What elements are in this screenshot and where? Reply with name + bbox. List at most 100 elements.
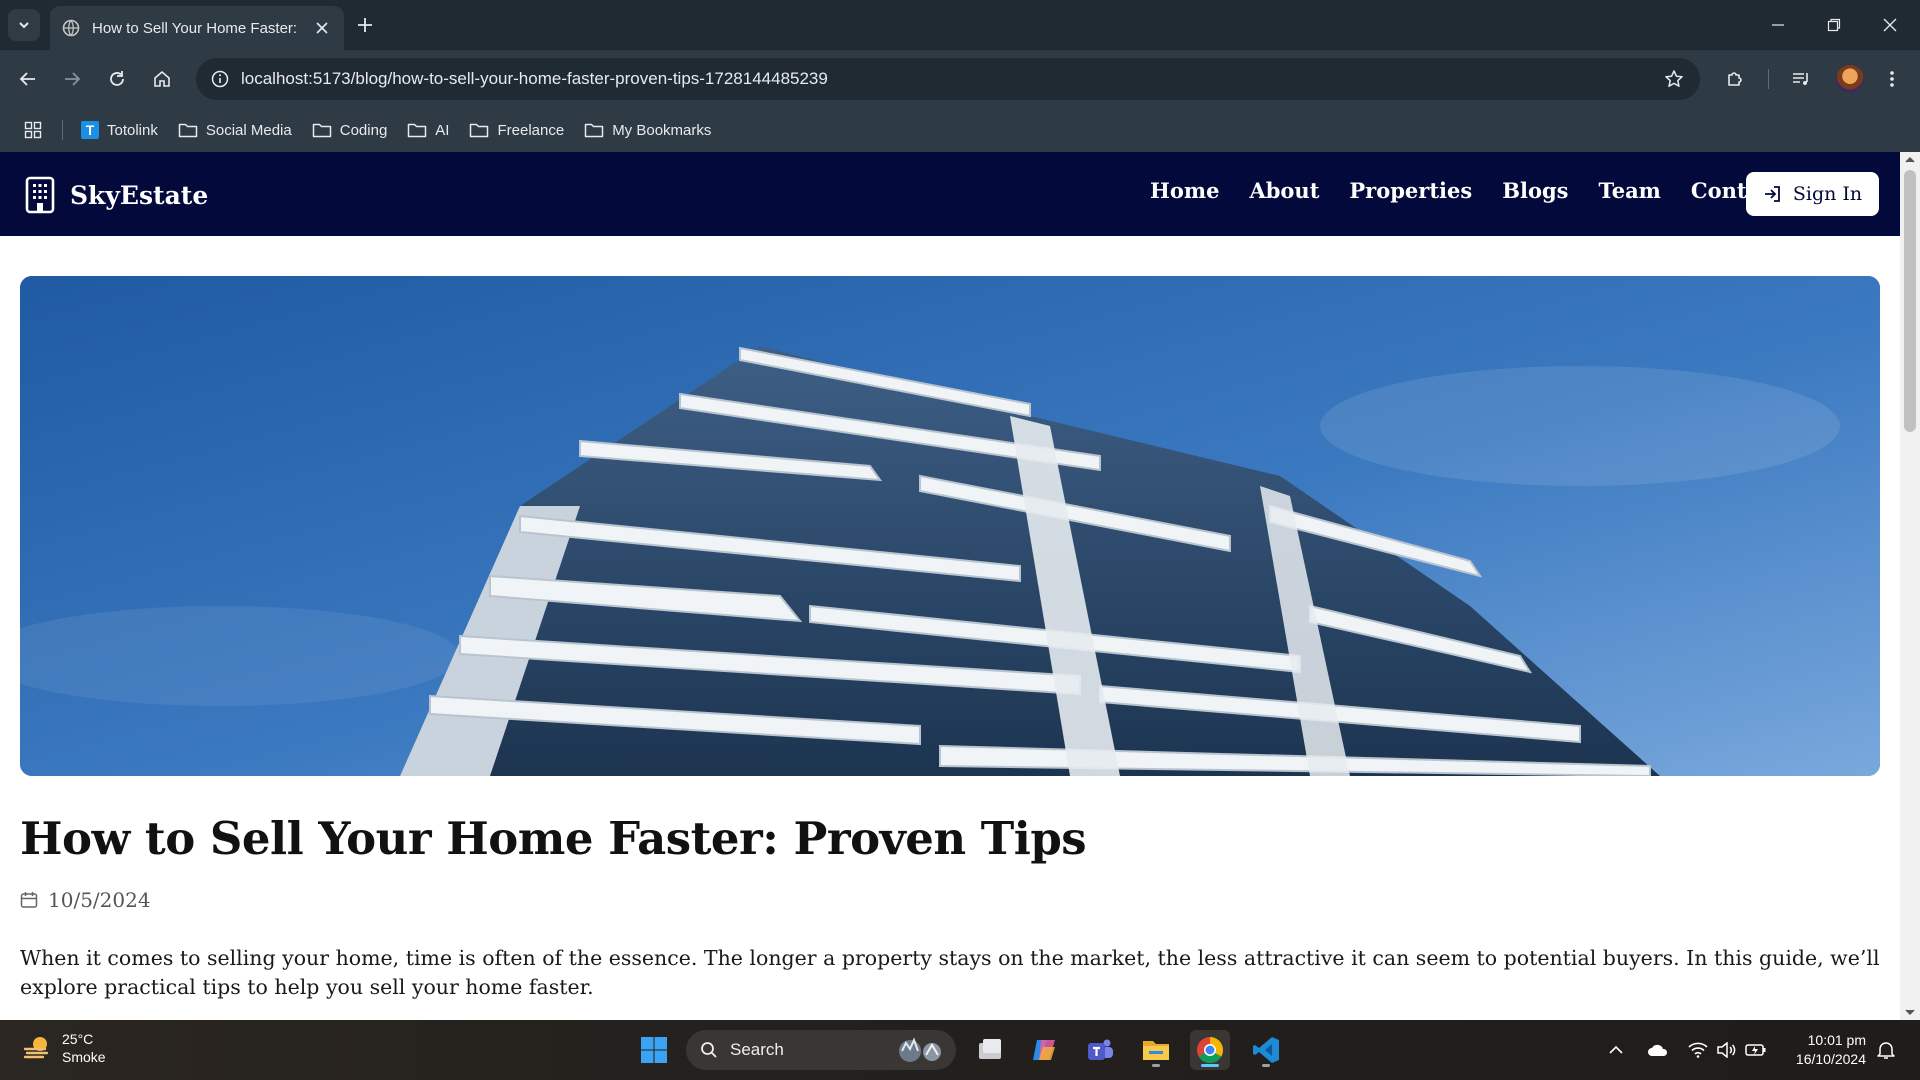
- back-button[interactable]: [12, 63, 44, 95]
- clock-date: 16/10/2024: [1795, 1051, 1866, 1067]
- bookmark-star-icon[interactable]: [1662, 67, 1686, 91]
- reload-button[interactable]: [101, 63, 133, 95]
- puzzle-icon: [1728, 72, 1742, 86]
- playlist-icon: [1793, 73, 1808, 85]
- bookmark-totolink[interactable]: T Totolink: [71, 115, 168, 145]
- copilot-button[interactable]: [1024, 1030, 1064, 1070]
- running-indicator: [1152, 1064, 1160, 1067]
- post-date: 10/5/2024: [20, 888, 151, 912]
- brand-logo[interactable]: SkyEstate: [24, 176, 208, 214]
- task-view-icon: [979, 1039, 1001, 1059]
- bookmark-ai[interactable]: AI: [397, 115, 459, 145]
- brand-name: SkyEstate: [70, 180, 209, 210]
- close-icon: [1883, 18, 1897, 32]
- chrome-icon: [1197, 1037, 1224, 1064]
- site-info-icon[interactable]: [204, 63, 236, 95]
- page-scrollbar[interactable]: [1900, 152, 1920, 1020]
- taskbar-clock[interactable]: 10:01 pm 16/10/2024: [1770, 1031, 1866, 1069]
- nav-link-home[interactable]: Home: [1150, 178, 1219, 203]
- task-view-button[interactable]: [970, 1030, 1010, 1070]
- bookmarks-divider: [62, 120, 63, 140]
- bookmark-label: Coding: [339, 121, 388, 139]
- tab-search-button[interactable]: [8, 9, 40, 41]
- plus-icon: [358, 18, 372, 32]
- folder-explorer-icon: [1143, 1041, 1169, 1060]
- login-icon: [1764, 186, 1780, 202]
- building-icon: [24, 176, 56, 214]
- battery-tray[interactable]: [1744, 1038, 1768, 1062]
- scrollbar-thumb[interactable]: [1904, 170, 1916, 432]
- bookmark-label: AI: [435, 121, 450, 139]
- windows-taskbar: 25°C Smoke Search 10:01 pm 16/10/2024: [0, 1020, 1920, 1080]
- show-hidden-icons-button[interactable]: [1604, 1038, 1628, 1062]
- new-tab-button[interactable]: [352, 12, 378, 38]
- nav-link-blogs[interactable]: Blogs: [1502, 178, 1568, 203]
- post-intro-paragraph: When it comes to selling your home, time…: [20, 946, 1880, 999]
- teams-button[interactable]: [1080, 1030, 1120, 1070]
- bookmark-coding[interactable]: Coding: [302, 115, 398, 145]
- chrome-button[interactable]: [1190, 1030, 1230, 1070]
- active-window-indicator: [1201, 1064, 1219, 1067]
- media-control-button[interactable]: [1785, 63, 1817, 95]
- clock-time: 10:01 pm: [1807, 1032, 1866, 1048]
- search-highlight-icon: [899, 1037, 941, 1062]
- battery-charging-icon: [1745, 1044, 1766, 1056]
- hero-image: [20, 276, 1880, 776]
- url-text: localhost:5173/blog/how-to-sell-your-hom…: [241, 69, 828, 88]
- bookmark-social-media[interactable]: Social Media: [168, 115, 302, 145]
- globe-icon: [62, 19, 80, 37]
- browser-menu-button[interactable]: [1876, 63, 1908, 95]
- network-tray[interactable]: [1686, 1038, 1710, 1062]
- vscode-button[interactable]: [1246, 1030, 1286, 1070]
- onedrive-tray[interactable]: [1646, 1038, 1670, 1062]
- scroll-up-arrow-icon[interactable]: [1904, 154, 1916, 166]
- bookmark-label: Freelance: [497, 121, 565, 139]
- main-nav: Home About Properties Blogs Team Contact: [1150, 178, 1813, 203]
- speaker-icon: [1717, 1042, 1736, 1058]
- start-button[interactable]: [634, 1030, 674, 1070]
- minimize-button[interactable]: [1756, 8, 1800, 42]
- search-icon: [701, 1042, 717, 1058]
- reload-icon: [110, 71, 124, 86]
- page-viewport: SkyEstate Home About Properties Blogs Te…: [0, 152, 1920, 1020]
- vscode-icon: [1253, 1037, 1279, 1063]
- sign-in-button[interactable]: Sign In: [1746, 172, 1879, 216]
- chevron-up-icon: [1609, 1045, 1623, 1054]
- arrow-right-icon: [65, 72, 81, 86]
- running-indicator: [1262, 1064, 1270, 1067]
- forward-button[interactable]: [56, 63, 88, 95]
- notifications-button[interactable]: [1874, 1038, 1898, 1062]
- close-window-button[interactable]: [1868, 8, 1912, 42]
- extensions-button[interactable]: [1719, 63, 1751, 95]
- nav-link-about[interactable]: About: [1249, 178, 1319, 203]
- restore-button[interactable]: [1812, 8, 1856, 42]
- nav-link-properties[interactable]: Properties: [1349, 178, 1472, 203]
- bookmarks-bar: T Totolink Social Media Coding AI Freela…: [0, 108, 1920, 152]
- folder-icon: [407, 122, 427, 138]
- site-header: SkyEstate Home About Properties Blogs Te…: [0, 152, 1900, 236]
- close-tab-icon[interactable]: [312, 18, 332, 38]
- apps-grid-icon[interactable]: [18, 115, 48, 145]
- home-button[interactable]: [146, 63, 178, 95]
- folder-icon: [469, 122, 489, 138]
- bookmark-freelance[interactable]: Freelance: [459, 115, 574, 145]
- weather-temp: 25°C: [62, 1031, 94, 1047]
- browser-tab-strip: How to Sell Your Home Faster: P: [0, 0, 1920, 50]
- search-label: Search: [730, 1040, 784, 1059]
- scroll-down-arrow-icon[interactable]: [1904, 1006, 1916, 1018]
- profile-avatar[interactable]: [1836, 65, 1864, 93]
- volume-tray[interactable]: [1714, 1038, 1738, 1062]
- taskbar-search[interactable]: Search: [686, 1030, 956, 1070]
- active-tab[interactable]: How to Sell Your Home Faster: P: [50, 6, 344, 50]
- totolink-logo-icon: T: [81, 121, 99, 139]
- browser-toolbar: localhost:5173/blog/how-to-sell-your-hom…: [0, 50, 1920, 108]
- chevron-down-icon: [19, 22, 29, 29]
- bookmark-my-bookmarks[interactable]: My Bookmarks: [574, 115, 721, 145]
- sign-in-label: Sign In: [1792, 183, 1863, 205]
- windows-logo-icon: [641, 1037, 667, 1063]
- folder-icon: [584, 122, 604, 138]
- weather-widget[interactable]: 25°C Smoke: [22, 1030, 106, 1066]
- nav-link-team[interactable]: Team: [1598, 178, 1660, 203]
- address-bar[interactable]: localhost:5173/blog/how-to-sell-your-hom…: [196, 58, 1700, 100]
- file-explorer-button[interactable]: [1136, 1030, 1176, 1070]
